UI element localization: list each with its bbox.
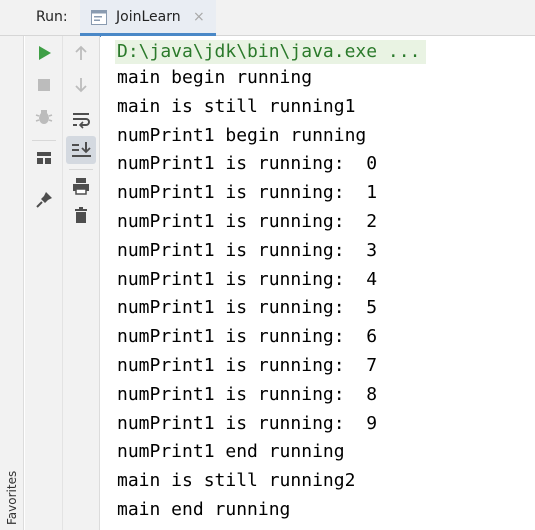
console-line: numPrint1 is running: 2	[117, 211, 378, 232]
toolbar-separator	[69, 169, 93, 170]
tab-title: JoinLearn	[116, 9, 181, 25]
stop-icon[interactable]	[31, 72, 57, 98]
rerun-icon[interactable]	[31, 40, 57, 66]
run-toolbar-primary	[25, 36, 63, 530]
console-line: numPrint1 is running: 6	[117, 326, 378, 348]
console-line: numPrint1 is running: 7	[117, 355, 378, 376]
console-line: numPrint1 end running	[117, 441, 345, 463]
run-tool-window-header: Run: JoinLearn ×	[0, 0, 535, 37]
favorites-tab[interactable]: Favorites	[5, 471, 19, 525]
console-line: numPrint1 is running: 1	[117, 182, 378, 204]
close-icon[interactable]: ×	[193, 9, 205, 25]
console-line: numPrint1 is running: 8	[117, 383, 378, 405]
console-line: numPrint1 is running: 4	[117, 268, 378, 290]
console-output[interactable]: D:\java\jdk\bin\java.exe ... main begin …	[101, 36, 535, 530]
up-arrow-icon[interactable]	[68, 40, 94, 66]
console-line: main end running	[117, 499, 291, 520]
pin-icon[interactable]	[31, 187, 57, 213]
console-line: numPrint1 is running: 3	[117, 239, 378, 261]
toolbar-separator	[32, 140, 56, 141]
debug-icon[interactable]	[31, 104, 57, 130]
tab-joinlearn[interactable]: JoinLearn ×	[80, 0, 216, 37]
layout-icon[interactable]	[31, 145, 57, 171]
console-line: main is still running1	[117, 95, 356, 117]
scroll-to-end-icon[interactable]	[66, 136, 96, 164]
console-line: main is still running2	[117, 470, 356, 492]
trash-icon[interactable]	[68, 202, 94, 228]
run-toolbar-secondary	[63, 36, 100, 530]
down-arrow-icon[interactable]	[68, 72, 94, 98]
run-label: Run:	[36, 9, 68, 25]
console-line: main begin running	[117, 67, 313, 88]
console-line: numPrint1 begin running	[117, 124, 367, 146]
console-line: numPrint1 is running: 9	[117, 412, 378, 434]
soft-wrap-icon[interactable]	[68, 106, 94, 132]
favorites-side-strip	[0, 36, 24, 530]
console-line: numPrint1 is running: 5	[117, 297, 378, 319]
console-tab-icon	[91, 10, 107, 25]
print-icon[interactable]	[68, 173, 94, 199]
command-line: D:\java\jdk\bin\java.exe ...	[117, 41, 421, 62]
console-line: numPrint1 is running: 0	[117, 153, 378, 175]
